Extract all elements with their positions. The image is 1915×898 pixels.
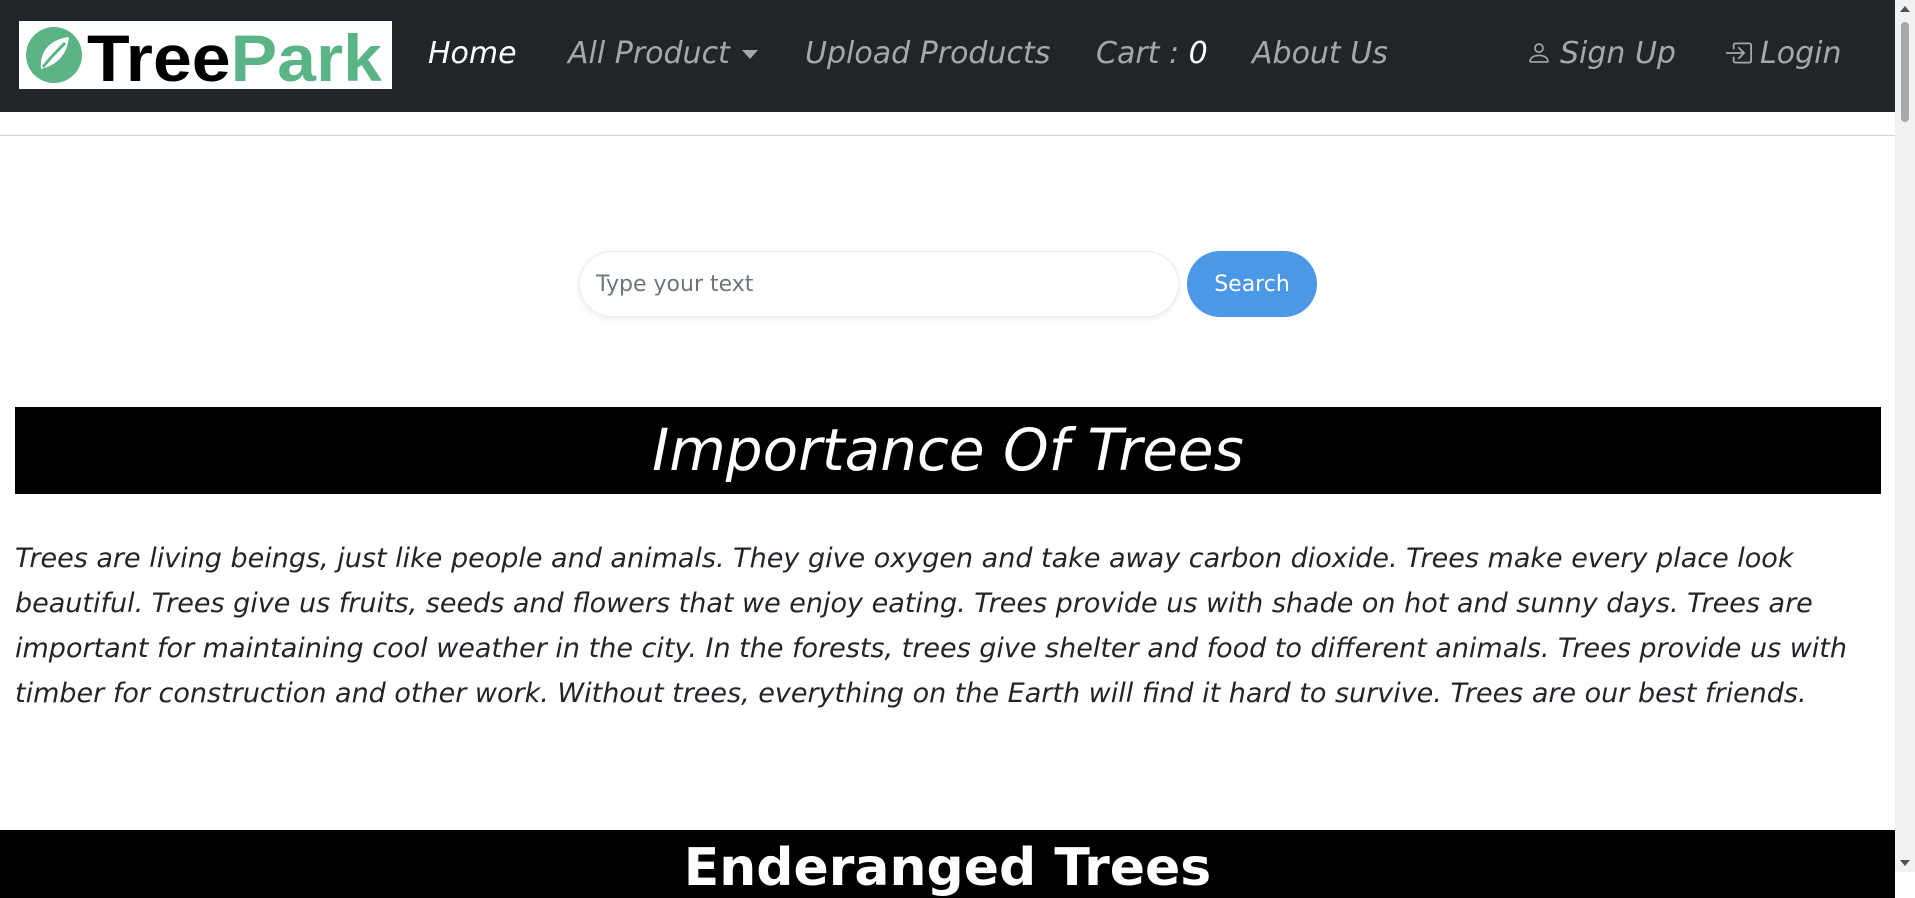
divider bbox=[0, 135, 1895, 136]
nav-all-product-label: All Product bbox=[568, 36, 730, 71]
nav-upload-products[interactable]: Upload Products bbox=[805, 32, 1050, 76]
navbar: Tree Park Home All Product Upload Product… bbox=[0, 0, 1895, 112]
nav-login[interactable]: Login bbox=[1724, 32, 1841, 76]
nav-about-us[interactable]: About Us bbox=[1252, 32, 1388, 76]
nav-upload-products-label: Upload Products bbox=[805, 36, 1051, 71]
person-icon bbox=[1529, 42, 1549, 63]
search-input[interactable] bbox=[579, 251, 1179, 317]
nav-all-product-dropdown[interactable]: All Product bbox=[568, 32, 758, 76]
importance-heading: Importance Of Trees bbox=[15, 407, 1881, 494]
logo[interactable]: Tree Park bbox=[19, 21, 392, 89]
scroll-thumb[interactable] bbox=[1901, 22, 1909, 122]
logo-text-park: Park bbox=[231, 21, 383, 89]
importance-paragraph: Trees are living beings, just like peopl… bbox=[15, 543, 1847, 709]
caret-down-icon bbox=[741, 50, 758, 59]
scroll-down-arrow-icon[interactable] bbox=[1900, 860, 1910, 866]
svg-text:TreePark: Tree Park bbox=[87, 21, 382, 89]
login-label: Login bbox=[1760, 36, 1842, 71]
nav-home-label: Home bbox=[428, 36, 517, 71]
nav-about-us-label: About Us bbox=[1252, 36, 1388, 71]
scroll-up-arrow-icon[interactable] bbox=[1900, 6, 1910, 12]
nav-home[interactable]: Home bbox=[428, 32, 517, 76]
leaf-icon: Tree Park bbox=[26, 21, 382, 89]
cart-count: 0 bbox=[1188, 36, 1208, 71]
search-button[interactable]: Search bbox=[1187, 251, 1317, 317]
nav-cart[interactable]: Cart : 0 bbox=[1096, 32, 1208, 76]
nav-sign-up[interactable]: Sign Up bbox=[1526, 32, 1676, 76]
login-icon bbox=[1725, 42, 1752, 63]
logo-text-tree: Tree bbox=[87, 21, 231, 89]
endangered-heading: Enderanged Trees bbox=[0, 830, 1895, 898]
nav-cart-label: Cart : bbox=[1096, 36, 1189, 71]
vertical-scrollbar[interactable] bbox=[1895, 0, 1915, 872]
sign-up-label: Sign Up bbox=[1560, 36, 1676, 71]
